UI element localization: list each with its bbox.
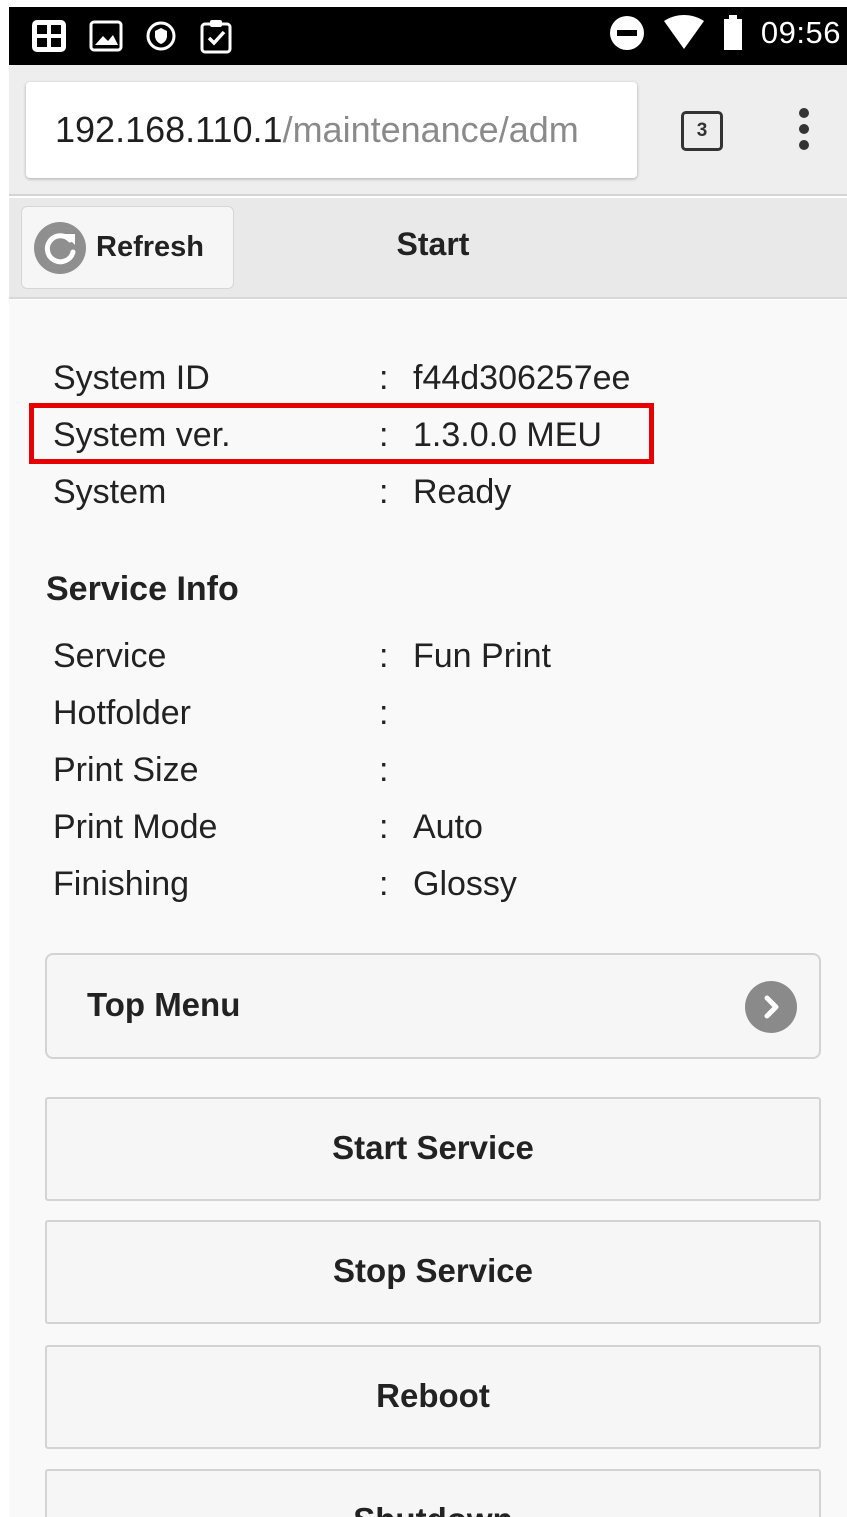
info-separator: :: [379, 865, 389, 903]
info-label: Service: [53, 637, 167, 675]
address-bar[interactable]: 192.168.110.1/maintenance/adm: [26, 82, 637, 178]
shield-icon: [146, 21, 176, 51]
info-row-print-mode: Print Mode: Auto: [53, 807, 483, 847]
tab-switcher-button[interactable]: 3: [681, 111, 723, 151]
info-row-system: System: Ready: [53, 472, 511, 512]
url-text[interactable]: 192.168.110.1/maintenance/adm: [55, 110, 579, 150]
clipboard-check-icon: [200, 20, 232, 54]
wifi-icon: [663, 15, 704, 49]
image-icon: [89, 20, 123, 52]
battery-icon: [723, 15, 742, 50]
info-row-print-size: Print Size:: [53, 750, 413, 790]
status-bar: 09:56: [9, 7, 847, 65]
stop-service-button[interactable]: Stop Service: [45, 1220, 821, 1324]
info-label: System: [53, 473, 167, 511]
url-host: 192.168.110.1: [55, 109, 283, 150]
page-title: Start: [396, 226, 470, 262]
status-clock: 09:56: [760, 15, 841, 50]
start-service-button[interactable]: Start Service: [45, 1097, 821, 1201]
info-separator: :: [379, 637, 389, 675]
highlight-annotation: [29, 403, 654, 464]
top-menu-button[interactable]: Top Menu: [45, 953, 821, 1059]
info-row-system-id: System ID: f44d306257ee: [53, 358, 630, 398]
info-label: Print Size: [53, 751, 199, 789]
info-value: f44d306257ee: [413, 359, 631, 397]
info-separator: :: [379, 808, 389, 846]
info-label: Hotfolder: [53, 694, 191, 732]
status-bar-left-icons: [31, 18, 233, 54]
browser-toolbar: 192.168.110.1/maintenance/adm 3: [9, 65, 847, 196]
info-value: Ready: [413, 473, 512, 511]
info-row-service: Service: Fun Print: [53, 636, 551, 676]
info-label: System ID: [53, 359, 210, 397]
info-value: Fun Print: [413, 637, 551, 675]
do-not-disturb-icon: [609, 16, 644, 50]
info-row-finishing: Finishing: Glossy: [53, 864, 517, 904]
main-content: System ID: f44d306257ee System ver.:1.3.0…: [9, 300, 847, 1517]
page-header: Refresh Start: [9, 198, 847, 299]
status-bar-right: 09:56: [609, 15, 841, 51]
url-path: /maintenance/adm: [282, 109, 579, 150]
info-separator: :: [379, 751, 389, 789]
reboot-button[interactable]: Reboot: [45, 1345, 821, 1449]
info-row-hotfolder: Hotfolder:: [53, 693, 413, 733]
section-title-service-info: Service Info: [46, 570, 239, 608]
info-separator: :: [379, 473, 389, 511]
info-value: Glossy: [413, 865, 517, 903]
chevron-right-icon: [745, 981, 797, 1033]
keyboard-grid-icon: [32, 20, 66, 52]
top-menu-label: Top Menu: [87, 986, 241, 1023]
info-separator: :: [379, 359, 389, 397]
info-label: Finishing: [53, 865, 190, 903]
info-label: Print Mode: [53, 808, 218, 846]
overflow-menu-icon[interactable]: [789, 108, 819, 156]
info-separator: :: [379, 694, 389, 732]
shutdown-button[interactable]: Shutdown: [45, 1469, 821, 1517]
info-value: Auto: [413, 808, 483, 846]
